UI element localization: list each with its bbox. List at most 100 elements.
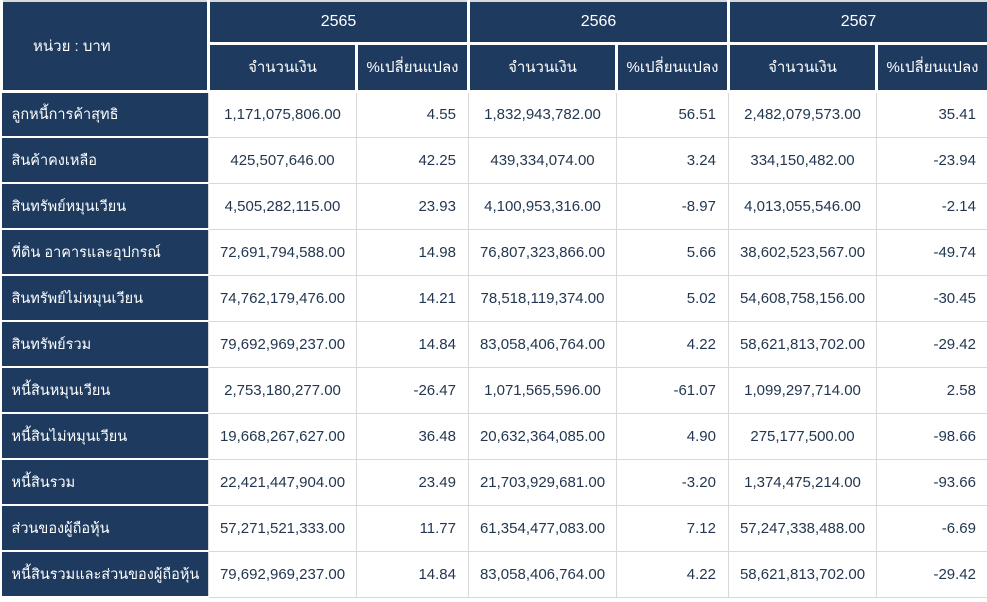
amount-cell: 1,071,565,596.00 <box>468 366 617 414</box>
amount-cell: 38,602,523,567.00 <box>728 228 877 276</box>
percent-change-header-2567: %เปลี่ยนแปลง <box>875 41 987 93</box>
percent-change-cell: 56.51 <box>616 90 729 138</box>
table-row: ที่ดิน อาคารและอุปกรณ์ 72,691,794,588.00 1… <box>1 228 987 276</box>
amount-header-2567: จำนวนเงิน <box>727 41 878 93</box>
percent-change-cell: -26.47 <box>356 366 469 414</box>
percent-change-cell: -93.66 <box>876 458 987 506</box>
row-label: สินทรัพย์ไม่หมุนเวียน <box>1 274 209 322</box>
table-row: สินค้าคงเหลือ 425,507,646.00 42.25 439,334,… <box>1 136 987 184</box>
percent-change-cell: 14.84 <box>356 550 469 598</box>
percent-change-cell: 11.77 <box>356 504 469 552</box>
percent-change-cell: 14.21 <box>356 274 469 322</box>
percent-change-cell: 14.84 <box>356 320 469 368</box>
amount-cell: 79,692,969,237.00 <box>208 550 357 598</box>
table-row: ลูกหนี้การค้าสุทธิ 1,171,075,806.00 4.55 1,… <box>1 90 987 138</box>
percent-change-cell: -61.07 <box>616 366 729 414</box>
row-label: หนี้สินรวม <box>1 458 209 506</box>
row-label: ส่วนของผู้ถือหุ้น <box>1 504 209 552</box>
row-label: ลูกหนี้การค้าสุทธิ <box>1 90 209 138</box>
table-row: สินทรัพย์หมุนเวียน 4,505,282,115.00 23.93 4… <box>1 182 987 230</box>
amount-cell: 334,150,482.00 <box>728 136 877 184</box>
percent-change-cell: 14.98 <box>356 228 469 276</box>
row-label: หนี้สินหมุนเวียน <box>1 366 209 414</box>
financial-statement-table: หน่วย : บาท 2565 2566 2567 จำนวนเงิน %เป… <box>0 0 987 602</box>
amount-cell: 425,507,646.00 <box>208 136 357 184</box>
amount-cell: 4,100,953,316.00 <box>468 182 617 230</box>
percent-change-cell: -98.66 <box>876 412 987 460</box>
row-label: หนี้สินไม่หมุนเวียน <box>1 412 209 460</box>
percent-change-cell: 35.41 <box>876 90 987 138</box>
percent-change-cell: -8.97 <box>616 182 729 230</box>
amount-cell: 58,621,813,702.00 <box>728 320 877 368</box>
row-label: หนี้สินรวมและส่วนของผู้ถือหุ้น <box>1 550 209 598</box>
amount-cell: 439,334,074.00 <box>468 136 617 184</box>
percent-change-cell: -29.42 <box>876 320 987 368</box>
amount-cell: 22,421,447,904.00 <box>208 458 357 506</box>
table-row: สินทรัพย์รวม 79,692,969,237.00 14.84 83,058… <box>1 320 987 368</box>
percent-change-cell: -49.74 <box>876 228 987 276</box>
year-header-2565: 2565 <box>207 0 470 45</box>
percent-change-cell: -30.45 <box>876 274 987 322</box>
percent-change-cell: -2.14 <box>876 182 987 230</box>
table-body: ลูกหนี้การค้าสุทธิ 1,171,075,806.00 4.55 1,… <box>1 90 987 598</box>
amount-cell: 57,247,338,488.00 <box>728 504 877 552</box>
percent-change-cell: -3.20 <box>616 458 729 506</box>
amount-cell: 83,058,406,764.00 <box>468 550 617 598</box>
amount-cell: 4,013,055,546.00 <box>728 182 877 230</box>
percent-change-cell: 3.24 <box>616 136 729 184</box>
percent-change-cell: 4.22 <box>616 320 729 368</box>
percent-change-cell: 4.55 <box>356 90 469 138</box>
row-label: สินค้าคงเหลือ <box>1 136 209 184</box>
amount-cell: 72,691,794,588.00 <box>208 228 357 276</box>
table-row: หนี้สินหมุนเวียน 2,753,180,277.00 -26.47 1,… <box>1 366 987 414</box>
amount-cell: 61,354,477,083.00 <box>468 504 617 552</box>
amount-cell: 1,832,943,782.00 <box>468 90 617 138</box>
amount-cell: 58,621,813,702.00 <box>728 550 877 598</box>
amount-cell: 83,058,406,764.00 <box>468 320 617 368</box>
percent-change-cell: -6.69 <box>876 504 987 552</box>
year-header-2566: 2566 <box>467 0 730 45</box>
percent-change-cell: 7.12 <box>616 504 729 552</box>
percent-change-cell: -23.94 <box>876 136 987 184</box>
amount-cell: 2,753,180,277.00 <box>208 366 357 414</box>
percent-change-cell: 2.58 <box>876 366 987 414</box>
percent-change-cell: 42.25 <box>356 136 469 184</box>
percent-change-cell: 4.22 <box>616 550 729 598</box>
amount-cell: 20,632,364,085.00 <box>468 412 617 460</box>
year-header-row: หน่วย : บาท 2565 2566 2567 <box>0 0 987 93</box>
amount-cell: 57,271,521,333.00 <box>208 504 357 552</box>
row-label: สินทรัพย์หมุนเวียน <box>1 182 209 230</box>
amount-header-2565: จำนวนเงิน <box>207 41 358 93</box>
amount-cell: 54,608,758,156.00 <box>728 274 877 322</box>
percent-change-cell: 5.66 <box>616 228 729 276</box>
percent-change-header-2565: %เปลี่ยนแปลง <box>355 41 470 93</box>
amount-header-2566: จำนวนเงิน <box>467 41 618 93</box>
percent-change-cell: 23.49 <box>356 458 469 506</box>
table-row: ส่วนของผู้ถือหุ้น 57,271,521,333.00 11.77 6… <box>1 504 987 552</box>
amount-cell: 78,518,119,374.00 <box>468 274 617 322</box>
percent-change-header-2566: %เปลี่ยนแปลง <box>615 41 730 93</box>
table-row: หนี้สินไม่หมุนเวียน 19,668,267,627.00 36.4… <box>1 412 987 460</box>
amount-cell: 2,482,079,573.00 <box>728 90 877 138</box>
amount-cell: 79,692,969,237.00 <box>208 320 357 368</box>
percent-change-cell: 5.02 <box>616 274 729 322</box>
table-row: หนี้สินรวม 22,421,447,904.00 23.49 21,703,9… <box>1 458 987 506</box>
table-row: หนี้สินรวมและส่วนของผู้ถือหุ้น 79,692,969… <box>1 550 987 598</box>
amount-cell: 76,807,323,866.00 <box>468 228 617 276</box>
percent-change-cell: 4.90 <box>616 412 729 460</box>
percent-change-cell: 36.48 <box>356 412 469 460</box>
row-label: ที่ดิน อาคารและอุปกรณ์ <box>1 228 209 276</box>
year-header-2567: 2567 <box>727 0 987 45</box>
amount-cell: 21,703,929,681.00 <box>468 458 617 506</box>
financial-data-table: หน่วย : บาท 2565 2566 2567 จำนวนเงิน %เป… <box>0 0 987 598</box>
table-row: สินทรัพย์ไม่หมุนเวียน 74,762,179,476.00 14… <box>1 274 987 322</box>
amount-cell: 1,171,075,806.00 <box>208 90 357 138</box>
unit-label: หน่วย : บาท <box>0 0 210 93</box>
table-header: หน่วย : บาท 2565 2566 2567 จำนวนเงิน %เป… <box>0 0 987 93</box>
row-label: สินทรัพย์รวม <box>1 320 209 368</box>
amount-cell: 1,374,475,214.00 <box>728 458 877 506</box>
amount-cell: 19,668,267,627.00 <box>208 412 357 460</box>
percent-change-cell: 23.93 <box>356 182 469 230</box>
amount-cell: 4,505,282,115.00 <box>208 182 357 230</box>
percent-change-cell: -29.42 <box>876 550 987 598</box>
